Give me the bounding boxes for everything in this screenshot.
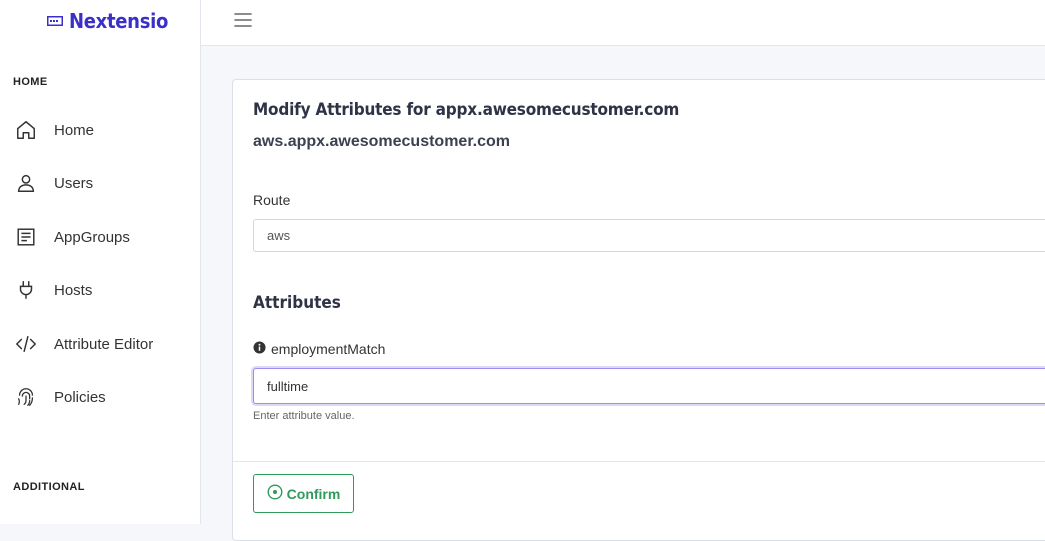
sidebar-item-label: Home (54, 121, 95, 139)
sidebar-item-hosts[interactable]: Hosts (14, 275, 200, 305)
attribute-name: employmentMatch (271, 341, 386, 357)
fingerprint-icon (14, 385, 38, 409)
sidebar-item-label: AppGroups (54, 228, 130, 246)
top-bar (201, 0, 1045, 46)
sidebar: Nextensio HOME Home Users AppGroups Host… (0, 0, 201, 524)
hamburger-menu-icon[interactable] (233, 11, 253, 34)
user-icon (14, 171, 38, 195)
plug-icon (14, 278, 38, 302)
sidebar-item-appgroups[interactable]: AppGroups (14, 222, 200, 252)
document-icon (14, 225, 38, 249)
modify-attributes-card: Modify Attributes for appx.awesomecustom… (232, 79, 1045, 541)
sidebar-item-label: Policies (54, 388, 106, 406)
info-icon[interactable] (253, 341, 266, 357)
brand-name: Nextensio (69, 9, 169, 33)
home-icon (14, 118, 38, 142)
sidebar-item-home[interactable]: Home (14, 115, 200, 145)
route-label: Route (253, 192, 291, 208)
card-divider (233, 461, 1045, 462)
page-title: Modify Attributes for appx.awesomecustom… (253, 100, 680, 120)
attributes-heading: Attributes (253, 293, 341, 313)
sidebar-item-label: Hosts (54, 281, 93, 299)
host-subtitle: aws.appx.awesomecustomer.com (253, 133, 510, 150)
attribute-help-text: Enter attribute value. (253, 410, 355, 422)
code-icon (14, 332, 38, 356)
sidebar-item-label: Attribute Editor (54, 335, 154, 353)
sidebar-item-users[interactable]: Users (14, 168, 200, 198)
confirm-circle-icon (267, 484, 283, 503)
confirm-button[interactable]: Confirm (253, 474, 354, 513)
brand-icon (47, 16, 63, 26)
sidebar-item-attribute-editor[interactable]: Attribute Editor (14, 329, 200, 359)
section-label-home: HOME (13, 76, 48, 88)
attribute-value-input[interactable] (253, 368, 1045, 404)
attribute-label: employmentMatch (253, 341, 385, 357)
sidebar-item-policies[interactable]: Policies (14, 382, 200, 412)
sidebar-item-label: Users (54, 174, 94, 192)
route-input[interactable] (253, 219, 1045, 252)
confirm-label: Confirm (286, 485, 341, 502)
section-label-additional: ADDITIONAL (13, 481, 85, 493)
brand-logo[interactable]: Nextensio (47, 9, 168, 33)
